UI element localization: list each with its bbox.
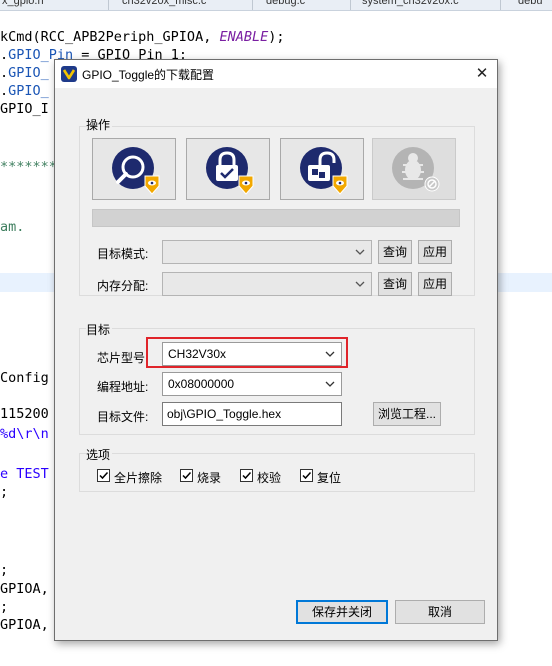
reset-checkbox[interactable]: 复位 xyxy=(300,468,345,485)
full-chip-erase-checkbox[interactable]: 全片擦除 xyxy=(97,468,167,485)
editor-tab-strip: x_gpio.h ch32v20x_misc.c debug.c system_… xyxy=(0,0,552,11)
code-line: e TEST xyxy=(0,466,49,482)
chevron-down-icon xyxy=(325,351,335,357)
code-line: am. xyxy=(0,219,25,235)
target-mode-label: 目标模式: xyxy=(97,247,149,261)
editor-tab[interactable]: system_ch32v20x.c xyxy=(362,0,459,9)
program-address-select[interactable]: 0x08000000 xyxy=(162,372,342,396)
verify-checkbox[interactable]: 校验 xyxy=(240,468,285,485)
code-line: 115200 xyxy=(0,406,49,422)
debug-button[interactable] xyxy=(372,138,456,200)
chip-model-label: 芯片型号: xyxy=(97,351,149,365)
checkmark-icon xyxy=(182,471,192,480)
target-group-label: 目标 xyxy=(86,321,113,338)
code-line: ; xyxy=(0,599,9,615)
memory-alloc-apply-button[interactable]: 应用 xyxy=(418,272,452,296)
operation-progress-bar xyxy=(92,209,460,227)
code-line: GPIO_I xyxy=(0,101,49,117)
download-config-dialog: GPIO_Toggle的下载配置 ✕ 操作 目标模式: 查询 应用 内存分配: … xyxy=(54,59,498,641)
target-mode-query-button[interactable]: 查询 xyxy=(378,240,412,264)
editor-tab[interactable]: ch32v20x_misc.c xyxy=(122,0,206,9)
code-line: GPIOA, xyxy=(0,581,49,597)
save-and-close-button[interactable]: 保存并关闭 xyxy=(296,600,388,624)
code-line: %d\r\n xyxy=(0,426,49,442)
operations-group-label: 操作 xyxy=(86,116,113,133)
dialog-title-bar[interactable]: GPIO_Toggle的下载配置 ✕ xyxy=(55,60,497,88)
options-group-label: 选项 xyxy=(86,446,113,463)
app-logo-icon xyxy=(61,66,77,82)
target-mode-select[interactable] xyxy=(162,240,372,264)
code-line: GPIOA, xyxy=(0,617,49,633)
code-line: ; xyxy=(0,562,9,578)
chevron-down-icon xyxy=(325,381,335,387)
checkmark-icon xyxy=(242,471,252,480)
code-line: ******* xyxy=(0,159,57,175)
cancel-button[interactable]: 取消 xyxy=(395,600,485,624)
query-chip-info-icon xyxy=(112,147,160,195)
memory-alloc-label: 内存分配: xyxy=(97,279,149,293)
code-line: Config xyxy=(0,370,49,386)
checkmark-icon xyxy=(99,471,109,480)
editor-tab[interactable]: x_gpio.h xyxy=(2,0,44,9)
memory-alloc-select[interactable] xyxy=(162,272,372,296)
checkmark-icon xyxy=(302,471,312,480)
unlock-protect-icon xyxy=(300,147,348,195)
chip-model-select[interactable]: CH32V30x xyxy=(162,342,342,366)
query-chip-info-button[interactable] xyxy=(92,138,176,200)
dialog-title: GPIO_Toggle的下载配置 xyxy=(82,68,215,82)
code-line: kCmd(RCC_APB2Periph_GPIOA, ENABLE); xyxy=(0,29,285,45)
code-line: .GPIO_ xyxy=(0,65,49,81)
program-address-label: 编程地址: xyxy=(97,380,149,394)
target-file-input[interactable]: obj\GPIO_Toggle.hex xyxy=(162,402,342,426)
browse-project-button[interactable]: 浏览工程... xyxy=(373,402,441,426)
editor-tab[interactable]: debug.c xyxy=(266,0,305,9)
code-line: ; xyxy=(0,484,9,500)
chevron-down-icon xyxy=(355,281,365,287)
lock-protect-button[interactable] xyxy=(186,138,270,200)
unlock-protect-button[interactable] xyxy=(280,138,364,200)
memory-alloc-query-button[interactable]: 查询 xyxy=(378,272,412,296)
code-line: .GPIO_ xyxy=(0,83,49,99)
lock-protect-icon xyxy=(206,147,254,195)
target-file-label: 目标文件: xyxy=(97,410,149,424)
chevron-down-icon xyxy=(355,249,365,255)
editor-tab[interactable]: debu xyxy=(518,0,542,9)
target-mode-apply-button[interactable]: 应用 xyxy=(418,240,452,264)
program-checkbox[interactable]: 烧录 xyxy=(180,468,225,485)
debug-bug-icon xyxy=(392,147,440,192)
close-button[interactable]: ✕ xyxy=(467,60,497,88)
